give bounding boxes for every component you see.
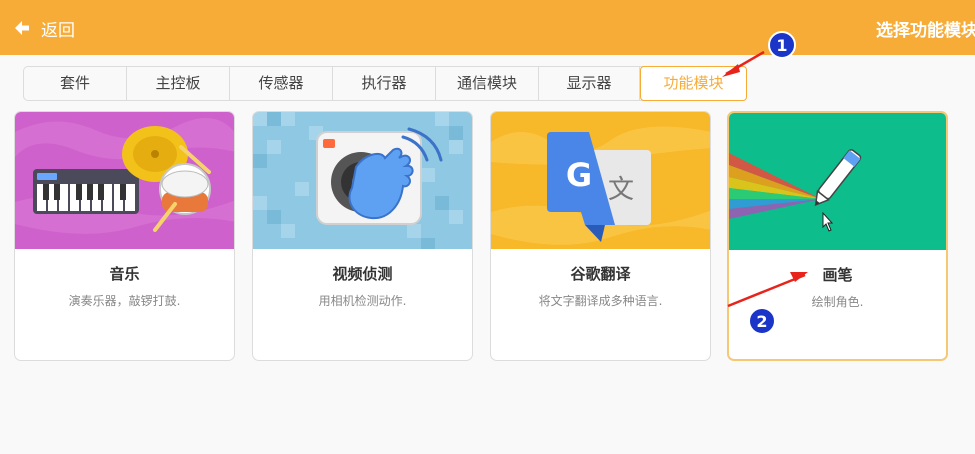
card-title: 视频侦测 bbox=[332, 265, 393, 283]
svg-text:G: G bbox=[566, 156, 592, 194]
card-title: 音乐 bbox=[109, 265, 140, 283]
back-arrow-icon bbox=[15, 21, 29, 35]
music-icon bbox=[15, 112, 234, 249]
tab-communication[interactable]: 通信模块 bbox=[436, 67, 539, 100]
extension-card-video-sensing[interactable]: 视频侦测 用相机检测动作. bbox=[252, 111, 473, 361]
card-title: 谷歌翻译 bbox=[570, 265, 631, 283]
video-sensing-icon bbox=[253, 112, 472, 249]
extension-card-translate[interactable]: 文 G 谷歌翻译 将文字翻译成多种语言. bbox=[490, 111, 711, 361]
card-description: 演奏乐器，敲锣打鼓. bbox=[68, 294, 181, 308]
tab-sensors[interactable]: 传感器 bbox=[230, 67, 333, 100]
tab-actuators[interactable]: 执行器 bbox=[333, 67, 436, 100]
category-tabs: 套件 主控板 传感器 执行器 通信模块 显示器 功能模块 bbox=[23, 66, 747, 101]
tab-kit[interactable]: 套件 bbox=[24, 67, 127, 100]
pen-icon bbox=[729, 113, 946, 250]
top-bar: 返回 选择功能模块 bbox=[0, 0, 975, 55]
card-title: 画笔 bbox=[822, 266, 853, 284]
tab-display[interactable]: 显示器 bbox=[539, 67, 640, 100]
card-description: 用相机检测动作. bbox=[318, 294, 407, 308]
translate-icon: 文 G bbox=[491, 112, 710, 249]
card-description: 绘制角色. bbox=[811, 295, 864, 309]
tab-mainboard[interactable]: 主控板 bbox=[127, 67, 230, 100]
page-title: 选择功能模块 bbox=[876, 21, 975, 41]
extension-card-pen[interactable]: 画笔 绘制角色. bbox=[727, 111, 948, 361]
back-button[interactable]: 返回 bbox=[12, 14, 75, 42]
card-description: 将文字翻译成多种语言. bbox=[538, 294, 663, 308]
svg-text:文: 文 bbox=[608, 175, 634, 205]
tab-function-modules[interactable]: 功能模块 bbox=[640, 66, 747, 101]
extension-card-music[interactable]: 音乐 演奏乐器，敲锣打鼓. bbox=[14, 111, 235, 361]
back-label: 返回 bbox=[41, 20, 75, 41]
